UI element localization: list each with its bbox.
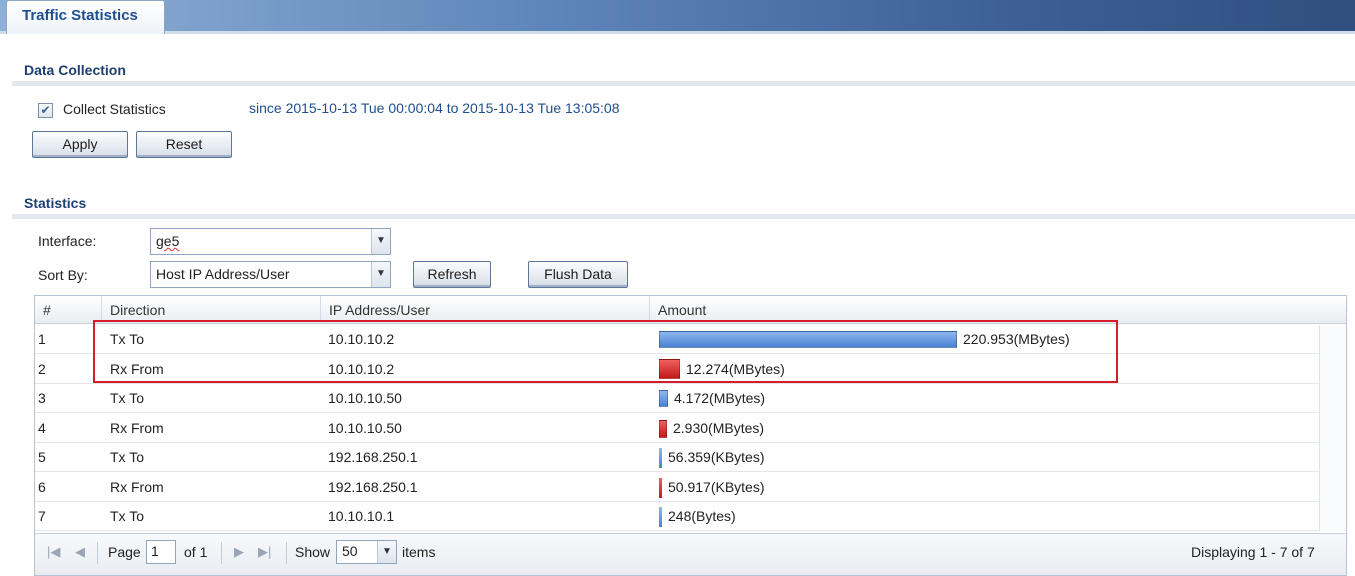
pagination-bar: |◀ ◀ Page 1 of 1 ▶ ▶| Show 50 ▼ items Di… — [35, 533, 1346, 575]
row-direction: Rx From — [110, 360, 164, 377]
table-row[interactable]: 6 Rx From 192.168.250.1 50.917(KBytes) — [35, 473, 1319, 502]
interface-label: Interface: — [38, 233, 97, 249]
table-row[interactable]: 4 Rx From 10.10.10.50 2.930(MBytes) — [35, 414, 1319, 443]
row-number: 2 — [38, 360, 46, 377]
tx-amount-bar — [659, 390, 668, 407]
row-amount: 4.172(MBytes) — [674, 390, 766, 406]
row-amount: 2.930(MBytes) — [673, 419, 765, 436]
collect-statistics-checkbox[interactable]: ✔ — [38, 103, 53, 118]
row-number: 5 — [38, 449, 46, 465]
rx-amount-bar — [659, 358, 680, 379]
top-tab-bar: Traffic Statistics — [0, 0, 1355, 34]
row-number: 7 — [38, 508, 46, 524]
refresh-button[interactable]: Refresh — [413, 261, 491, 288]
last-page-icon[interactable]: ▶| — [258, 544, 271, 560]
row-ip-address: 10.10.10.2 — [328, 331, 395, 347]
tx-amount-bar — [659, 507, 662, 527]
first-page-icon[interactable]: |◀ — [47, 544, 60, 560]
page-label: Page — [108, 544, 141, 560]
items-label: items — [402, 544, 436, 560]
reset-button[interactable]: Reset — [136, 131, 232, 158]
pager-divider — [221, 542, 222, 564]
row-ip-address: 10.10.10.2 — [328, 360, 395, 377]
page-size-value: 50 — [342, 543, 358, 559]
table-row[interactable]: 7 Tx To 10.10.10.1 248(Bytes) — [35, 502, 1319, 531]
pager-divider — [97, 542, 98, 564]
data-collection-title: Data Collection — [24, 62, 126, 78]
table-row[interactable]: 5 Tx To 192.168.250.1 56.359(KBytes) — [35, 443, 1319, 472]
sort-by-label: Sort By: — [38, 267, 88, 283]
row-number: 4 — [38, 419, 46, 436]
column-header-number[interactable]: # — [35, 296, 102, 324]
sort-by-value: Host IP Address/User — [156, 266, 290, 282]
collection-period-text: since 2015-10-13 Tue 00:00:04 to 2015-10… — [249, 100, 620, 116]
table-row[interactable]: 1 Tx To 10.10.10.2 220.953(MBytes) — [35, 325, 1319, 354]
interface-value: ge5 — [156, 233, 180, 249]
column-header-direction[interactable]: Direction — [102, 296, 321, 324]
tab-traffic-statistics[interactable]: Traffic Statistics — [6, 0, 165, 34]
table-row[interactable]: 2 Rx From 10.10.10.2 12.274(MBytes) — [35, 355, 1319, 384]
rx-amount-bar — [659, 477, 662, 498]
show-label: Show — [295, 544, 331, 560]
row-amount: 12.274(MBytes) — [686, 360, 785, 377]
row-amount: 56.359(KBytes) — [668, 449, 765, 465]
row-ip-address: 10.10.10.50 — [328, 390, 402, 406]
page-number-input[interactable]: 1 — [146, 540, 176, 564]
row-direction: Rx From — [110, 478, 164, 495]
interface-select[interactable]: ge5 ▼ — [150, 228, 391, 255]
tx-amount-bar — [659, 448, 662, 468]
tx-amount-bar — [659, 331, 957, 348]
next-page-icon[interactable]: ▶ — [234, 544, 244, 560]
pager-divider — [286, 542, 287, 564]
row-ip-address: 10.10.10.50 — [328, 419, 402, 436]
row-number: 6 — [38, 478, 46, 495]
section-divider — [12, 81, 1355, 86]
row-direction: Tx To — [110, 331, 144, 347]
table-row[interactable]: 3 Tx To 10.10.10.50 4.172(MBytes) — [35, 384, 1319, 413]
row-ip-address: 192.168.250.1 — [328, 478, 418, 495]
column-header-amount[interactable]: Amount — [650, 296, 1346, 324]
chevron-down-icon[interactable]: ▼ — [377, 541, 396, 563]
table-header: # Direction IP Address/User Amount — [35, 296, 1346, 324]
row-direction: Tx To — [110, 390, 144, 406]
row-direction: Tx To — [110, 449, 144, 465]
statistics-title: Statistics — [24, 195, 87, 211]
row-number: 1 — [38, 331, 46, 347]
row-amount: 220.953(MBytes) — [963, 331, 1070, 347]
row-amount: 50.917(KBytes) — [668, 478, 765, 495]
flush-data-button[interactable]: Flush Data — [528, 261, 628, 288]
column-header-ip-address[interactable]: IP Address/User — [321, 296, 650, 324]
row-ip-address: 10.10.10.1 — [328, 508, 395, 524]
row-amount: 248(Bytes) — [668, 508, 736, 524]
statistics-table: # Direction IP Address/User Amount 1 Tx T… — [34, 295, 1347, 576]
chevron-down-icon[interactable]: ▼ — [371, 229, 390, 254]
rx-amount-bar — [659, 419, 667, 438]
row-number: 3 — [38, 390, 46, 406]
displaying-count: Displaying 1 - 7 of 7 — [1191, 544, 1315, 560]
section-divider — [12, 214, 1355, 219]
previous-page-icon[interactable]: ◀ — [75, 544, 85, 560]
row-ip-address: 192.168.250.1 — [328, 449, 418, 465]
apply-button[interactable]: Apply — [32, 131, 128, 158]
vertical-scrollbar[interactable] — [1319, 325, 1346, 531]
page-size-select[interactable]: 50 ▼ — [336, 540, 397, 564]
row-direction: Rx From — [110, 419, 164, 436]
page-count-label: of 1 — [184, 544, 208, 560]
row-direction: Tx To — [110, 508, 144, 524]
sort-by-select[interactable]: Host IP Address/User ▼ — [150, 261, 391, 288]
chevron-down-icon[interactable]: ▼ — [371, 262, 390, 287]
collect-statistics-label: Collect Statistics — [63, 101, 166, 117]
